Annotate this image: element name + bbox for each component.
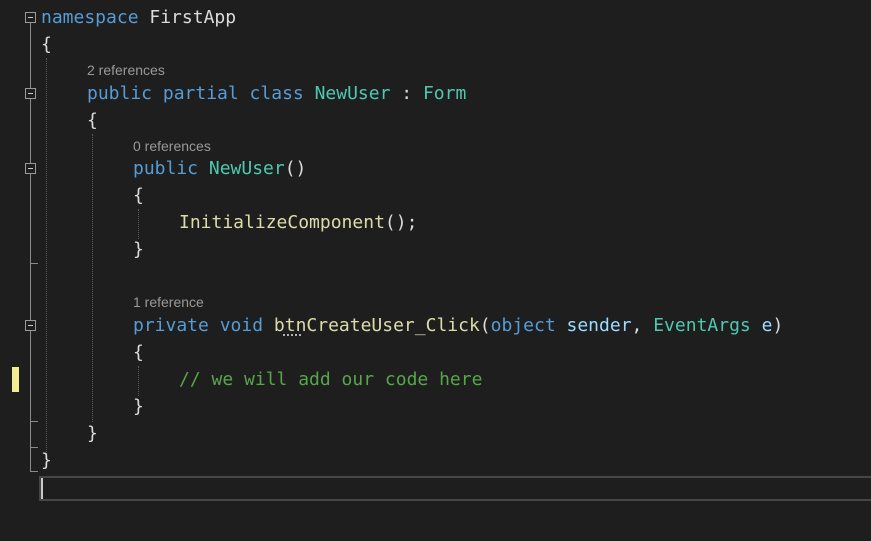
collapse-namespace-icon[interactable]	[25, 12, 36, 23]
indent-guide-class	[92, 134, 93, 422]
method-call-end: ();	[384, 212, 418, 233]
change-indicator-bar	[12, 367, 19, 392]
param-list-close: )	[772, 315, 784, 336]
current-line-highlight[interactable]	[39, 476, 871, 501]
brace-open: {	[133, 342, 144, 363]
class-name: NewUser	[314, 83, 391, 104]
code-line-constructor-open-brace: {	[133, 182, 144, 209]
keyword-namespace: namespace	[41, 7, 139, 28]
outline-end-namespace	[30, 471, 38, 472]
handler-method-name: btnCreateUser_Click	[273, 315, 480, 336]
text-caret	[41, 478, 43, 499]
keyword-public: public	[133, 158, 209, 179]
param-list-open: (	[479, 315, 491, 336]
brace-close: }	[133, 396, 144, 417]
indent-guide-namespace	[46, 58, 47, 464]
collapse-constructor-icon[interactable]	[25, 163, 36, 174]
code-comment: // we will add our code here	[179, 369, 483, 390]
type-eventargs: EventArgs	[653, 315, 751, 336]
code-line-constructor: public NewUser()	[133, 155, 306, 182]
keyword-public-partial-class: public partial class	[87, 83, 315, 104]
code-line-click-handler: private void btnCreateUser_Click(object …	[133, 312, 783, 339]
code-line-handler-open-brace: {	[133, 339, 144, 366]
outline-end-constructor	[30, 263, 38, 264]
param-e: e	[750, 315, 773, 336]
code-line-class-open-brace: {	[87, 107, 98, 134]
brace-close: }	[87, 423, 98, 444]
code-line-initialize-component: InitializeComponent();	[179, 209, 417, 236]
code-line-constructor-close-brace: }	[133, 236, 144, 263]
method-call-name: InitializeComponent	[179, 212, 385, 233]
constructor-parens: ()	[284, 158, 307, 179]
code-line-class-close-brace: }	[87, 420, 98, 447]
param-sender: sender	[555, 315, 632, 336]
brace-close: }	[41, 450, 52, 471]
outline-end-method	[30, 421, 38, 422]
base-class-name: Form	[422, 83, 467, 104]
suggestion-dots-indicator[interactable]	[283, 334, 301, 336]
code-lens-handler-references[interactable]: 1 reference	[133, 292, 204, 312]
brace-open: {	[87, 110, 98, 131]
code-line-comment: // we will add our code here	[179, 366, 482, 393]
constructor-name: NewUser	[208, 158, 285, 179]
outline-end-class	[30, 447, 38, 448]
code-editor[interactable]: namespace FirstApp { 2 references public…	[0, 0, 871, 541]
keyword-object: object	[490, 315, 556, 336]
param-comma: ,	[631, 315, 654, 336]
code-line-open-brace: {	[41, 31, 52, 58]
code-line-namespace: namespace FirstApp	[41, 4, 236, 31]
keyword-private-void: private void	[133, 315, 274, 336]
code-line-namespace-close-brace: }	[41, 447, 52, 474]
brace-open: {	[133, 185, 144, 206]
brace-close: }	[133, 239, 144, 260]
collapse-method-icon[interactable]	[25, 320, 36, 331]
indent-guide-constructor	[138, 209, 139, 239]
code-line-handler-close-brace: }	[133, 393, 144, 420]
code-lens-class-references[interactable]: 2 references	[87, 60, 165, 80]
collapse-class-icon[interactable]	[25, 88, 36, 99]
code-line-class-declaration: public partial class NewUser : Form	[87, 80, 466, 107]
inheritance-separator: :	[390, 83, 423, 104]
namespace-name: FirstApp	[138, 7, 237, 28]
indent-guide-method	[138, 366, 139, 396]
brace-open: {	[41, 34, 52, 55]
code-lens-constructor-references[interactable]: 0 references	[133, 136, 211, 156]
